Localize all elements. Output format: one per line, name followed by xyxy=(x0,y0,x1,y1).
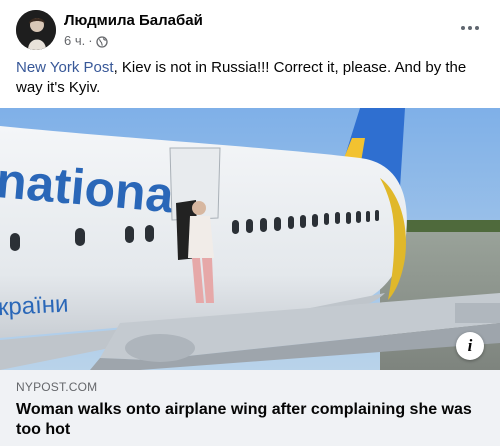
post-timestamp[interactable]: 6 ч. xyxy=(64,32,85,50)
avatar[interactable] xyxy=(16,10,56,50)
more-options-icon[interactable] xyxy=(456,14,484,42)
link-domain: NYPOST.COM xyxy=(16,380,98,394)
avatar-image xyxy=(16,10,56,50)
fuselage-text-bottom: країни xyxy=(0,291,69,322)
post-subline: 6 ч. · xyxy=(64,32,203,50)
post-meta: Людмила Балабай 6 ч. · xyxy=(64,10,203,50)
post-text-link[interactable]: New York Post xyxy=(16,59,114,76)
globe-icon[interactable] xyxy=(95,35,108,48)
separator-dot: · xyxy=(88,33,93,48)
link-headline[interactable]: Woman walks onto airplane wing after com… xyxy=(16,400,484,440)
info-icon[interactable]: i xyxy=(456,332,484,360)
link-preview[interactable]: NYPOST.COM Woman walks onto airplane win… xyxy=(0,370,500,446)
post-text: New York Post, Kiev is not in Russia!!! … xyxy=(16,58,484,98)
post-header: Людмила Балабай 6 ч. · xyxy=(16,10,484,52)
author-name[interactable]: Людмила Балабай xyxy=(64,11,203,30)
feed-post: Людмила Балабай 6 ч. · New York Post, Ki… xyxy=(0,0,500,446)
post-image[interactable]: national країни i xyxy=(0,108,500,370)
airplane-photo: national країни xyxy=(0,108,500,370)
